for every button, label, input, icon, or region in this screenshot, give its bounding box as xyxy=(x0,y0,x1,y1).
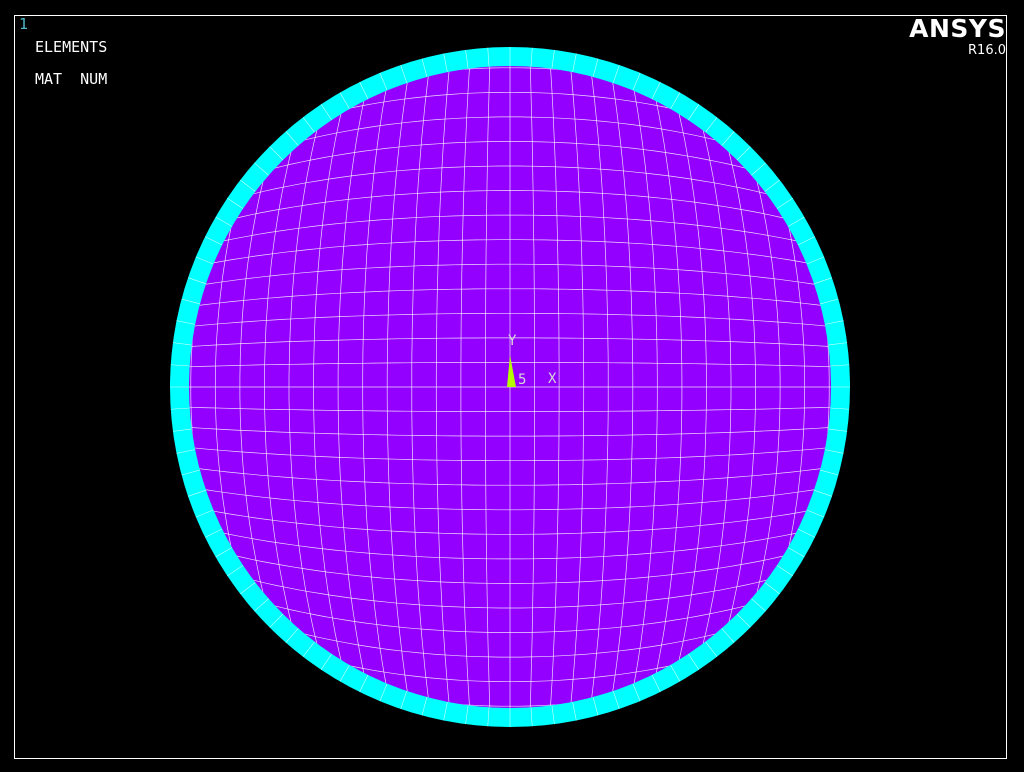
graphics-viewport[interactable]: Y X 5 1 ELEMENTS MAT NUM ANSYS R16.0 xyxy=(0,0,1024,772)
element-mesh-plot[interactable]: Y X 5 xyxy=(0,0,1024,772)
version-label: R16.0 xyxy=(968,43,1006,58)
triad-center-label: 5 xyxy=(518,372,526,388)
plot-title: ELEMENTS xyxy=(35,38,108,56)
triad-y-label: Y xyxy=(508,333,517,349)
plot-subtitle: MAT NUM xyxy=(35,70,108,88)
ansys-logo: ANSYS xyxy=(909,14,1006,43)
window-number: 1 xyxy=(19,15,29,33)
triad-x-label: X xyxy=(548,371,557,387)
